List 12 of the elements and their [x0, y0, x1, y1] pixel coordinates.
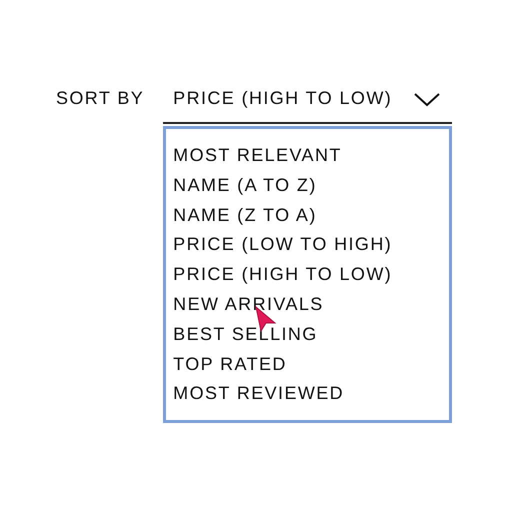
sort-option[interactable]: PRICE (HIGH TO LOW) [173, 260, 450, 290]
sort-label: SORT BY [56, 87, 144, 110]
chevron-down-icon [414, 93, 440, 107]
sort-option[interactable]: PRICE (LOW TO HIGH) [173, 230, 450, 260]
sort-option[interactable]: BEST SELLING [173, 320, 450, 350]
sort-option[interactable]: NAME (A TO Z) [173, 170, 450, 201]
sort-dropdown[interactable]: PRICE (HIGH TO LOW) [163, 86, 452, 124]
sort-option[interactable]: NAME (Z TO A) [173, 200, 450, 230]
sort-option[interactable]: NEW ARRIVALS [173, 290, 450, 320]
sort-option[interactable]: MOST REVIEWED [173, 379, 450, 410]
sort-option[interactable]: TOP RATED [173, 350, 450, 380]
sort-option[interactable]: MOST RELEVANT [173, 141, 450, 171]
